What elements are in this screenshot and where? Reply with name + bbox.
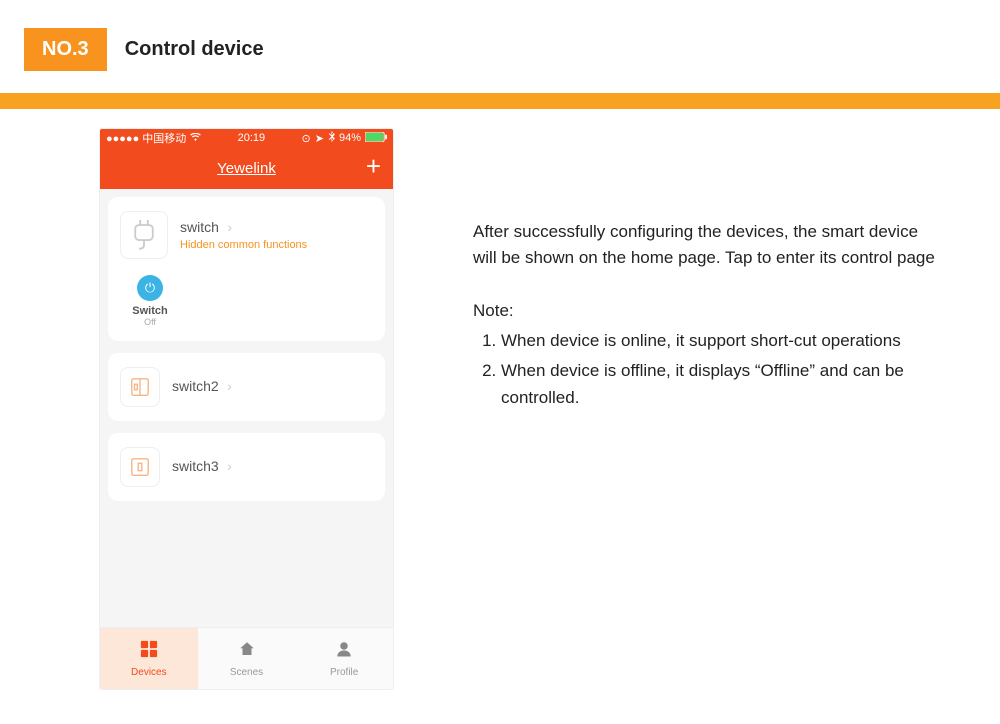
device-card[interactable]: switch › Hidden common functions ⏻ Switc… bbox=[108, 197, 385, 341]
tab-scenes[interactable]: Scenes bbox=[198, 628, 296, 689]
hidden-functions-link[interactable]: Hidden common functions bbox=[180, 239, 307, 251]
device-list: switch › Hidden common functions ⏻ Switc… bbox=[100, 189, 393, 627]
plug-icon bbox=[120, 211, 168, 259]
chevron-right-icon: › bbox=[227, 458, 232, 474]
tab-devices[interactable]: Devices bbox=[100, 628, 198, 689]
grid-icon bbox=[140, 640, 158, 663]
profile-icon bbox=[335, 640, 353, 663]
chevron-right-icon: › bbox=[227, 219, 232, 235]
switch-icon bbox=[120, 447, 160, 487]
bluetooth-icon bbox=[328, 131, 335, 145]
shortcut-label: Switch bbox=[120, 305, 180, 317]
tab-profile[interactable]: Profile bbox=[295, 628, 393, 689]
battery-icon bbox=[365, 132, 387, 145]
app-header: Yewelink + bbox=[100, 147, 393, 189]
chevron-right-icon: › bbox=[227, 378, 232, 394]
note-item: When device is online, it support short-… bbox=[501, 328, 943, 354]
note-list: When device is online, it support short-… bbox=[501, 328, 943, 411]
note-item: When device is offline, it displays “Off… bbox=[501, 358, 943, 411]
switch-icon bbox=[120, 367, 160, 407]
note-heading: Note: bbox=[473, 298, 943, 324]
tab-label: Scenes bbox=[230, 667, 263, 678]
tab-label: Devices bbox=[131, 667, 167, 678]
shortcut-state: Off bbox=[120, 317, 180, 327]
add-device-button[interactable]: + bbox=[366, 151, 381, 182]
device-name: switch3 bbox=[172, 458, 219, 474]
battery-text: 94% bbox=[339, 132, 361, 144]
home-icon bbox=[238, 640, 256, 663]
device-name: switch2 bbox=[172, 378, 219, 394]
carrier-text: ●●●●● 中国移动 bbox=[106, 130, 186, 146]
section-header: NO.3 Control device bbox=[0, 0, 1000, 71]
status-bar: ●●●●● 中国移动 20:19 ⊙ ➤ 94% bbox=[100, 129, 393, 147]
phone-mockup: ●●●●● 中国移动 20:19 ⊙ ➤ 94% Yewelink + bbox=[100, 129, 393, 689]
app-title[interactable]: Yewelink bbox=[217, 160, 276, 177]
device-card[interactable]: switch3 › bbox=[108, 433, 385, 501]
tab-label: Profile bbox=[330, 667, 358, 678]
intro-paragraph: After successfully configuring the devic… bbox=[473, 219, 943, 272]
divider-bar bbox=[0, 93, 1000, 109]
power-icon[interactable]: ⏻ bbox=[137, 275, 163, 301]
tab-bar: Devices Scenes Profile bbox=[100, 627, 393, 689]
description-column: After successfully configuring the devic… bbox=[473, 129, 943, 689]
section-tag: NO.3 bbox=[24, 28, 107, 71]
location-icon: ➤ bbox=[315, 132, 324, 145]
device-card[interactable]: switch2 › bbox=[108, 353, 385, 421]
shortcut-toggle[interactable]: ⏻ Switch Off bbox=[120, 275, 180, 327]
alarm-icon: ⊙ bbox=[302, 132, 311, 145]
section-title: Control device bbox=[125, 38, 264, 61]
clock-text: 20:19 bbox=[238, 132, 266, 144]
device-name: switch bbox=[180, 219, 219, 235]
wifi-icon bbox=[190, 132, 201, 144]
